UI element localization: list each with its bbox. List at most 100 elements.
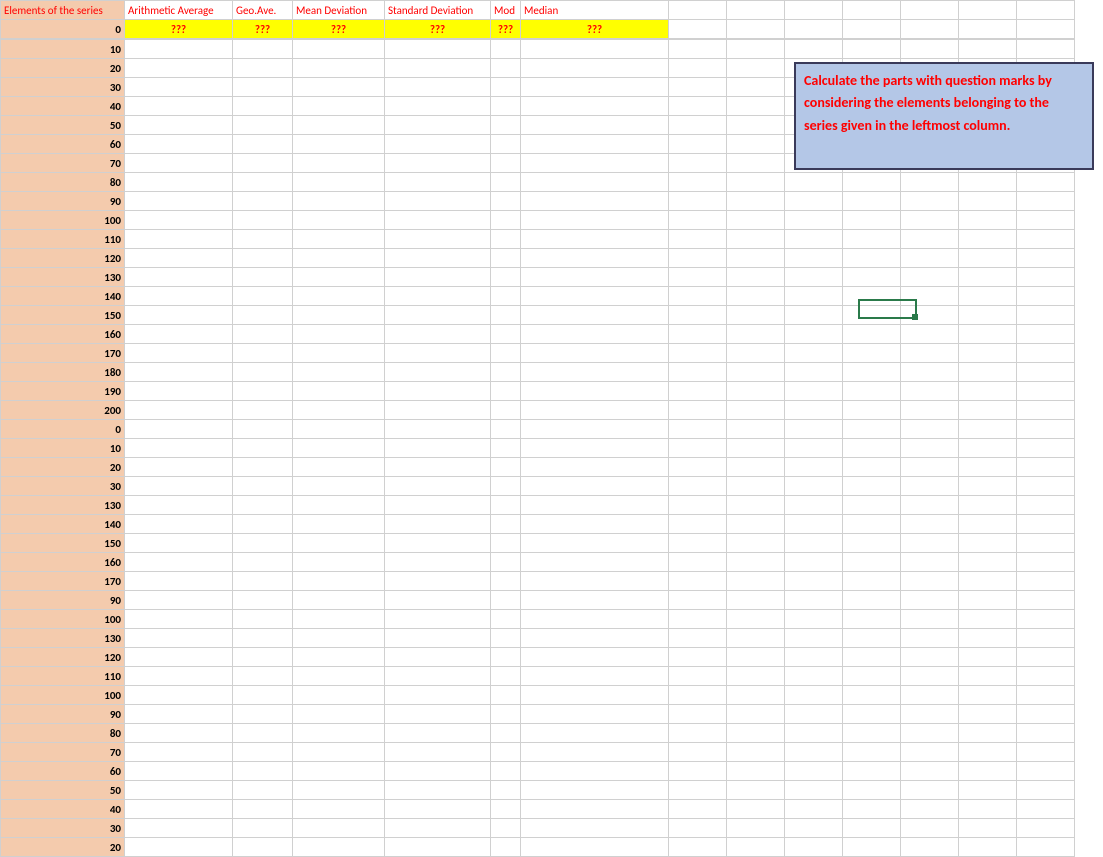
cell[interactable] (1017, 1, 1075, 20)
cell[interactable] (385, 59, 491, 78)
cell[interactable] (521, 211, 669, 230)
cell[interactable] (293, 686, 385, 705)
cell[interactable] (385, 591, 491, 610)
calc-mean-dev[interactable]: ??? (293, 20, 385, 39)
cell[interactable] (727, 135, 785, 154)
cell[interactable] (901, 591, 959, 610)
cell[interactable] (785, 648, 843, 667)
cell[interactable] (521, 629, 669, 648)
cell[interactable] (521, 420, 669, 439)
cell[interactable] (727, 667, 785, 686)
cell[interactable] (669, 268, 727, 287)
cell[interactable] (669, 249, 727, 268)
cell[interactable] (233, 667, 293, 686)
cell[interactable] (125, 458, 233, 477)
series-value[interactable]: 130 (1, 268, 125, 287)
cell[interactable] (125, 572, 233, 591)
cell[interactable] (1017, 439, 1075, 458)
cell[interactable] (385, 306, 491, 325)
cell[interactable] (385, 287, 491, 306)
cell[interactable] (293, 572, 385, 591)
series-value[interactable]: 50 (1, 781, 125, 800)
cell[interactable] (491, 591, 521, 610)
cell[interactable] (233, 572, 293, 591)
series-value[interactable]: 50 (1, 116, 125, 135)
cell[interactable] (901, 534, 959, 553)
cell[interactable] (521, 230, 669, 249)
cell[interactable] (785, 458, 843, 477)
cell[interactable] (901, 192, 959, 211)
cell[interactable] (125, 59, 233, 78)
cell[interactable] (959, 743, 1017, 762)
cell[interactable] (959, 819, 1017, 838)
spreadsheet-grid[interactable]: Elements of the series Arithmetic Averag… (0, 0, 1075, 39)
series-value[interactable]: 190 (1, 382, 125, 401)
cell[interactable] (491, 458, 521, 477)
cell[interactable] (669, 20, 727, 39)
cell[interactable] (1017, 344, 1075, 363)
cell[interactable] (901, 211, 959, 230)
cell[interactable] (727, 268, 785, 287)
cell[interactable] (843, 439, 901, 458)
cell[interactable] (293, 477, 385, 496)
cell[interactable] (125, 363, 233, 382)
cell[interactable] (125, 781, 233, 800)
cell[interactable] (901, 686, 959, 705)
cell[interactable] (491, 401, 521, 420)
cell[interactable] (233, 743, 293, 762)
cell[interactable] (385, 173, 491, 192)
cell[interactable] (233, 420, 293, 439)
cell[interactable] (125, 477, 233, 496)
cell[interactable] (491, 154, 521, 173)
cell[interactable] (669, 287, 727, 306)
cell[interactable] (669, 439, 727, 458)
cell[interactable] (233, 287, 293, 306)
cell[interactable] (727, 59, 785, 78)
cell[interactable] (491, 287, 521, 306)
cell[interactable] (785, 629, 843, 648)
cell[interactable] (901, 363, 959, 382)
cell[interactable] (491, 420, 521, 439)
series-value[interactable]: 160 (1, 325, 125, 344)
cell[interactable] (293, 230, 385, 249)
cell[interactable] (293, 534, 385, 553)
cell[interactable] (1017, 211, 1075, 230)
cell[interactable] (785, 230, 843, 249)
cell[interactable] (233, 458, 293, 477)
cell[interactable] (125, 135, 233, 154)
cell[interactable] (491, 534, 521, 553)
cell[interactable] (521, 553, 669, 572)
cell[interactable] (125, 819, 233, 838)
cell[interactable] (293, 724, 385, 743)
cell[interactable] (1017, 20, 1075, 39)
cell[interactable] (727, 116, 785, 135)
cell[interactable] (293, 705, 385, 724)
cell[interactable] (669, 800, 727, 819)
cell[interactable] (293, 819, 385, 838)
cell[interactable] (959, 781, 1017, 800)
cell[interactable] (491, 686, 521, 705)
cell[interactable] (669, 173, 727, 192)
cell[interactable] (727, 515, 785, 534)
cell[interactable] (233, 705, 293, 724)
cell[interactable] (521, 515, 669, 534)
cell[interactable] (785, 211, 843, 230)
cell[interactable] (959, 363, 1017, 382)
cell[interactable] (785, 496, 843, 515)
cell[interactable] (1017, 249, 1075, 268)
cell[interactable] (959, 800, 1017, 819)
cell[interactable] (233, 40, 293, 59)
cell[interactable] (385, 838, 491, 857)
cell[interactable] (1017, 686, 1075, 705)
cell[interactable] (669, 211, 727, 230)
cell[interactable] (293, 458, 385, 477)
series-value[interactable]: 40 (1, 800, 125, 819)
cell[interactable] (669, 781, 727, 800)
cell[interactable] (959, 344, 1017, 363)
cell[interactable] (843, 268, 901, 287)
cell[interactable] (491, 135, 521, 154)
cell[interactable] (843, 800, 901, 819)
cell[interactable] (669, 591, 727, 610)
cell[interactable] (233, 686, 293, 705)
cell[interactable] (727, 230, 785, 249)
